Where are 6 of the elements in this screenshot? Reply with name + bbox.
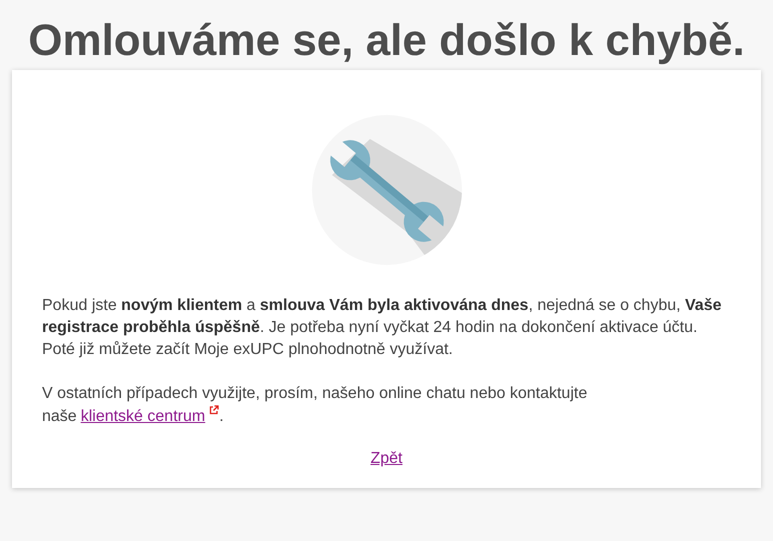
link[interactable]: klientské centrum [80, 408, 206, 425]
paragraph: Pokud jste novým klientem a smlouva Vám byla aktivována dnes, nejedná se o chybu, Vaše registrace proběhla úspěšně. Je potřeba nyní vyčkat 24 hodin na dokončení aktivace účtu. Poté již můžete začít Moje exUPC plnohodnotně využívat. [42, 296, 722, 360]
paragraph: V ostatních případech využijte, prosím, našeho online chatu nebo kontaktujte naše klientské centrum . [42, 384, 588, 427]
back-link[interactable]: Zpět [370, 450, 402, 467]
external-link-icon [209, 405, 220, 415]
page-title: Omlouváme se, ale došlo k chybě. [27, 15, 746, 67]
